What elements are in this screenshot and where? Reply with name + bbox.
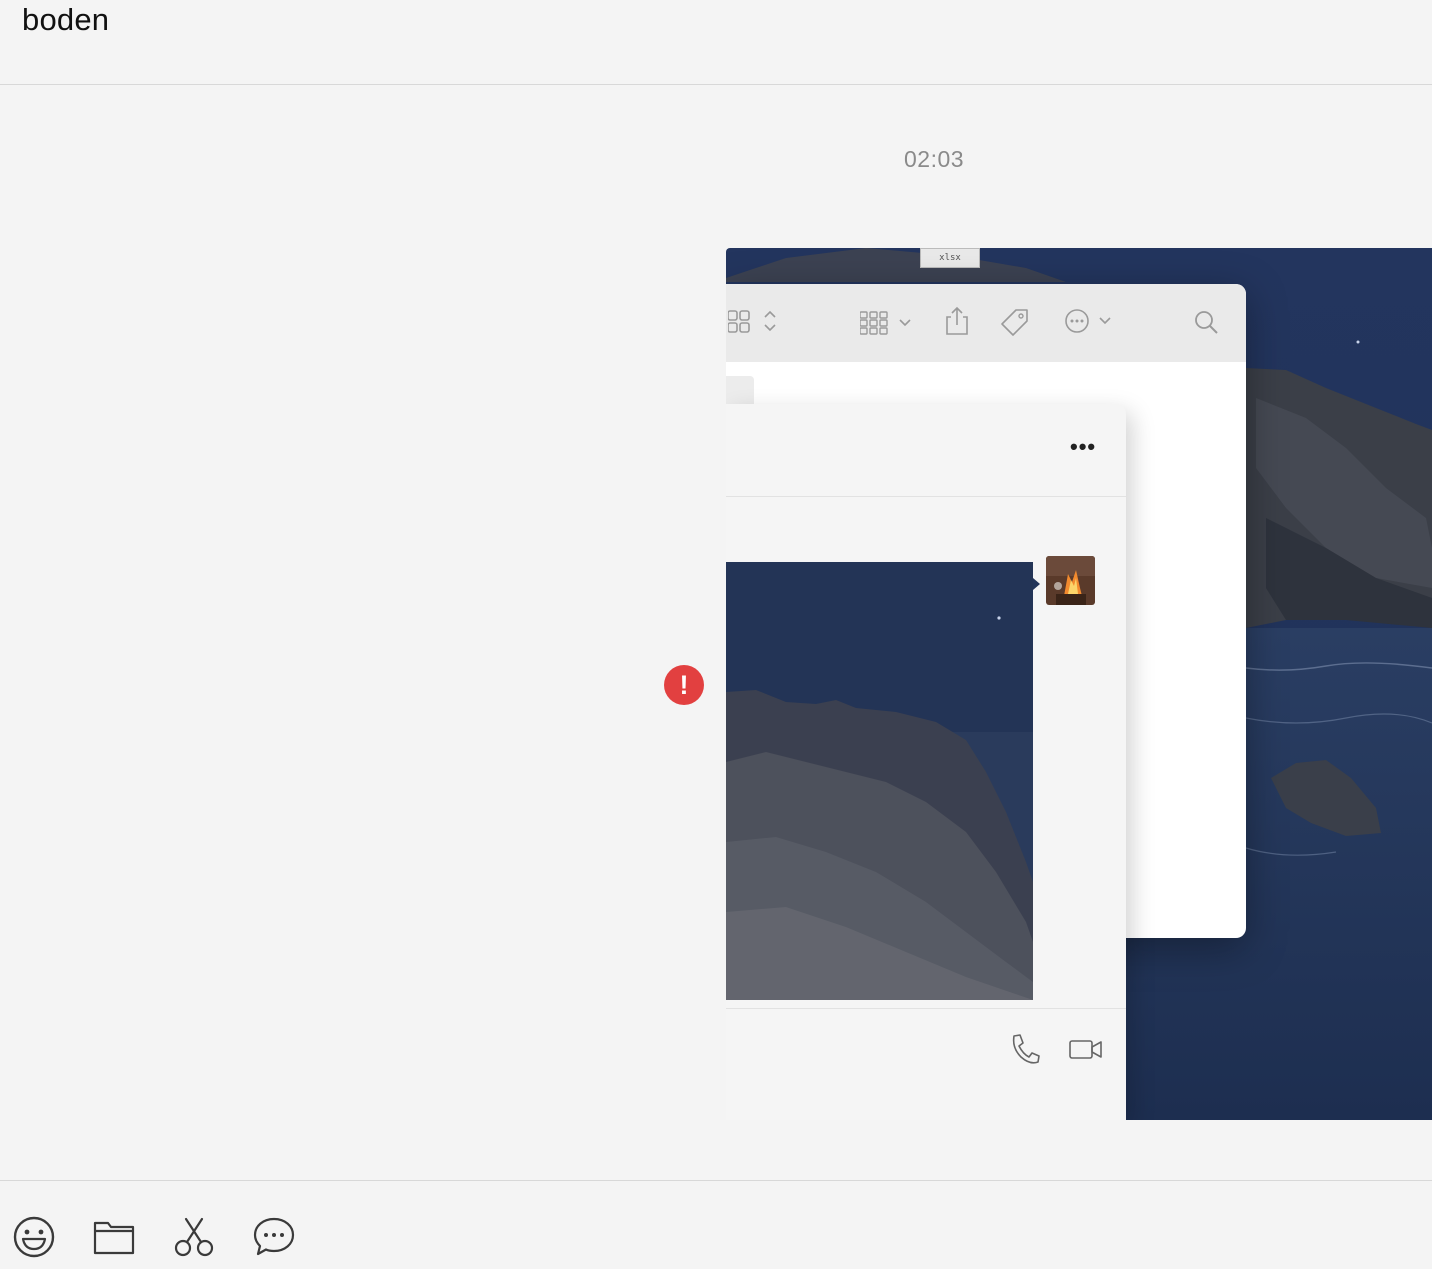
send-failed-icon[interactable]: ! [664,665,704,705]
grid-view-icon [728,310,776,333]
inner-chat-header: ••• [726,404,1126,497]
image-message[interactable]: xlsx ••• [726,248,1432,1120]
inner-image-message [726,562,1033,1000]
chat-header: boden [0,0,1432,85]
more-actions-icon [1065,309,1111,333]
tag-icon [1001,309,1028,336]
finder-sidebar [726,376,754,406]
avatar-image [1046,556,1095,605]
folder-icon[interactable] [92,1215,136,1259]
chat-bubble-icon[interactable] [252,1215,296,1259]
share-icon [946,306,968,335]
search-icon [1195,311,1218,334]
screenshot-scissors-icon[interactable] [172,1215,216,1259]
avatar [1046,556,1095,605]
landscape-image [726,562,1033,1000]
group-icon [860,311,911,335]
emoji-icon[interactable] [12,1215,56,1259]
file-tab: xlsx [920,248,980,268]
inner-chat-window: ••• [726,404,1126,1120]
chat-title[interactable]: boden [22,2,109,38]
phone-icon [1012,1034,1040,1064]
message-timestamp: 02:03 [904,146,965,172]
input-toolbar [0,1180,1432,1269]
bubble-tail [1033,578,1040,590]
inner-chat-divider [726,1008,1126,1009]
more-icon: ••• [1070,434,1097,459]
finder-toolbar [726,284,1246,362]
video-call-icon [1069,1040,1102,1059]
